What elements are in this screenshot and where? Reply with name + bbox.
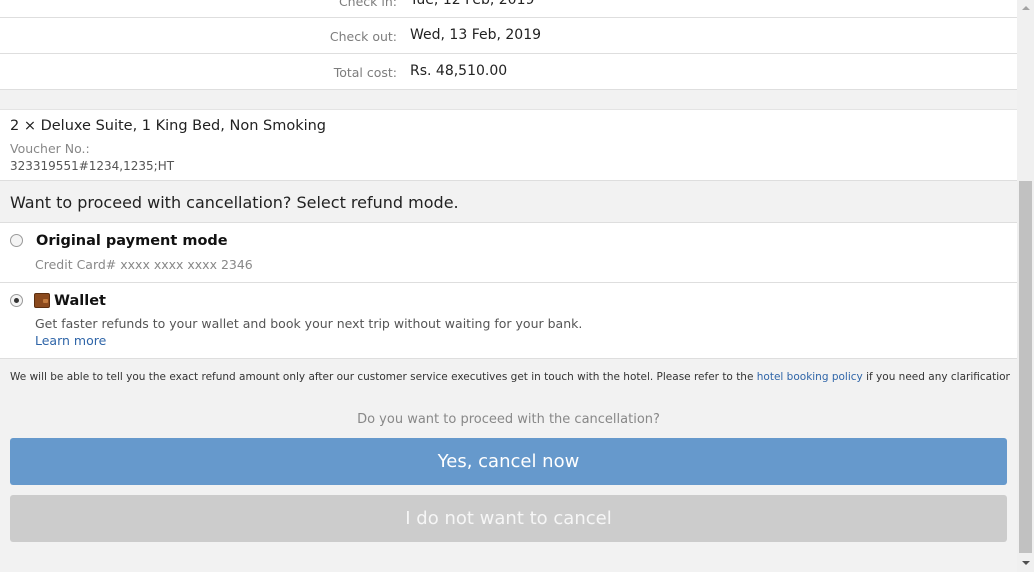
checkout-row: Check out: Wed, 13 Feb, 2019 (0, 18, 1017, 54)
scroll-up-arrow-icon[interactable] (1017, 0, 1034, 17)
wallet-radio[interactable] (10, 294, 23, 307)
credit-card-info: Credit Card# xxxx xxxx xxxx 2346 (35, 257, 253, 272)
room-title: 2 × Deluxe Suite, 1 King Bed, Non Smokin… (10, 118, 327, 134)
wallet-description: Get faster refunds to your wallet and bo… (35, 316, 583, 331)
original-payment-radio[interactable] (10, 234, 23, 247)
scrollbar-thumb[interactable] (1019, 181, 1032, 553)
checkin-row: Check in: Tue, 12 Feb, 2019 (0, 0, 1017, 18)
voucher-number: 323319551#1234,1235;HT (10, 159, 175, 173)
refund-note: We will be able to tell you the exact re… (10, 371, 1010, 383)
refund-question: Want to proceed with cancellation? Selec… (10, 193, 459, 212)
main-content: Check in: Tue, 12 Feb, 2019 Check out: W… (0, 0, 1017, 572)
wallet-icon (34, 293, 50, 308)
refund-option-wallet[interactable]: Wallet Get faster refunds to your wallet… (0, 283, 1017, 359)
note-text-before: We will be able to tell you the exact re… (10, 371, 757, 383)
wallet-title: Wallet (54, 293, 106, 309)
total-cost-label: Total cost: (333, 65, 397, 80)
total-cost-row: Total cost: Rs. 48,510.00 (0, 54, 1017, 90)
room-details: 2 × Deluxe Suite, 1 King Bed, Non Smokin… (0, 109, 1017, 181)
do-not-cancel-button[interactable]: I do not want to cancel (10, 495, 1007, 542)
refund-mode-heading: Want to proceed with cancellation? Selec… (0, 181, 1017, 223)
total-cost-value: Rs. 48,510.00 (410, 63, 508, 79)
refund-option-original[interactable]: Original payment mode Credit Card# xxxx … (0, 223, 1017, 283)
checkout-label: Check out: (329, 29, 397, 44)
cancellation-prompt: Do you want to proceed with the cancella… (357, 412, 660, 427)
scroll-down-arrow-icon[interactable] (1017, 555, 1034, 572)
checkin-value: Tue, 12 Feb, 2019 (410, 0, 535, 8)
cancellation-page: Check in: Tue, 12 Feb, 2019 Check out: W… (0, 0, 1034, 572)
checkout-value: Wed, 13 Feb, 2019 (410, 27, 542, 43)
voucher-label: Voucher No.: (10, 141, 90, 156)
checkin-label: Check in: (338, 0, 397, 9)
learn-more-link[interactable]: Learn more (35, 333, 106, 348)
vertical-scrollbar[interactable] (1017, 0, 1034, 572)
original-payment-title: Original payment mode (36, 233, 228, 249)
note-text-after: if you need any clarifications in the in… (866, 371, 1010, 383)
hotel-booking-policy-link[interactable]: hotel booking policy (757, 371, 863, 383)
yes-cancel-button[interactable]: Yes, cancel now (10, 438, 1007, 485)
